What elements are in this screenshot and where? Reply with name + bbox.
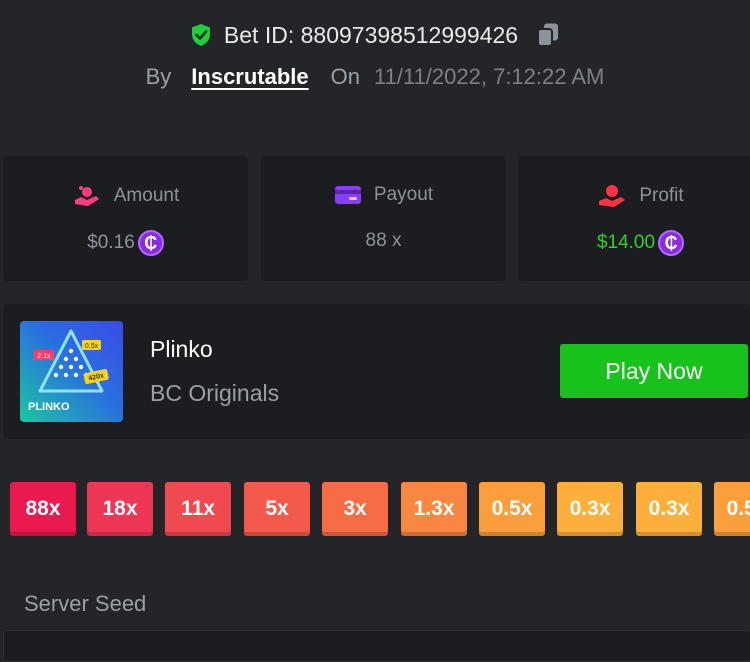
multiplier-chip: 18x bbox=[87, 482, 153, 536]
game-name[interactable]: Plinko bbox=[150, 336, 213, 363]
multiplier-chip: 11x bbox=[165, 482, 231, 536]
profit-card: Profit $14.00 ₵ bbox=[518, 156, 750, 281]
server-seed-label: Server Seed bbox=[24, 591, 147, 616]
play-now-button[interactable]: Play Now bbox=[560, 344, 748, 398]
multiplier-chip: 88x bbox=[10, 482, 76, 536]
plinko-thumbnail[interactable]: 2.1x 0.5x 420x PLINKO bbox=[20, 321, 123, 422]
svg-text:PLINKO: PLINKO bbox=[28, 401, 70, 413]
multiplier-chip: 5x bbox=[244, 482, 310, 536]
multiplier-chip: 0.5x bbox=[714, 482, 750, 536]
multiplier-chip: 0.3x bbox=[557, 482, 623, 536]
bet-meta-row: By Inscrutable On 11/11/2022, 7:12:22 AM bbox=[0, 60, 750, 94]
payout-card: Payout 88 x bbox=[261, 156, 506, 281]
card-icon bbox=[334, 186, 361, 204]
on-label: On bbox=[330, 64, 361, 89]
bet-id: Bet ID: 88097398512999426 bbox=[223, 21, 519, 48]
multiplier-chip: 0.5x bbox=[479, 482, 545, 536]
multiplier-chip: 0.3x bbox=[636, 482, 702, 536]
profit-label: Profit bbox=[639, 185, 684, 206]
bet-id-row: Bet ID: 88097398512999426 bbox=[0, 18, 750, 52]
payout-label: Payout bbox=[373, 184, 434, 205]
multiplier-chip: 1.3x bbox=[401, 482, 467, 536]
amount-card: Amount $0.16 ₵ bbox=[3, 156, 248, 281]
multiplier-row: 88x18x11x5x3x1.3x0.5x0.3x0.3x0.5x bbox=[0, 482, 750, 536]
coin-icon: ₵ bbox=[658, 230, 685, 256]
svg-text:2.1x: 2.1x bbox=[37, 353, 51, 360]
username-link[interactable]: Inscrutable bbox=[191, 64, 308, 90]
profit-value: $14.00 bbox=[596, 232, 656, 253]
payout-value: 88 x bbox=[365, 230, 402, 251]
bet-datetime: 11/11/2022, 7:12:22 AM bbox=[374, 64, 605, 89]
coins-hand-icon bbox=[74, 186, 99, 206]
shield-check-icon bbox=[191, 24, 210, 46]
by-label: By bbox=[145, 64, 172, 89]
copy-icon[interactable] bbox=[536, 22, 560, 48]
svg-text:0.5x: 0.5x bbox=[85, 343, 99, 350]
amount-value: $0.16 bbox=[87, 232, 135, 253]
server-seed-field[interactable] bbox=[3, 630, 750, 662]
money-hand-icon bbox=[599, 185, 626, 207]
multiplier-chip: 3x bbox=[322, 482, 388, 536]
amount-label: Amount bbox=[113, 185, 180, 206]
game-category: BC Originals bbox=[150, 380, 280, 406]
game-card: 2.1x 0.5x 420x PLINKO Plinko BC Original… bbox=[3, 304, 750, 439]
coin-icon: ₵ bbox=[137, 230, 164, 256]
